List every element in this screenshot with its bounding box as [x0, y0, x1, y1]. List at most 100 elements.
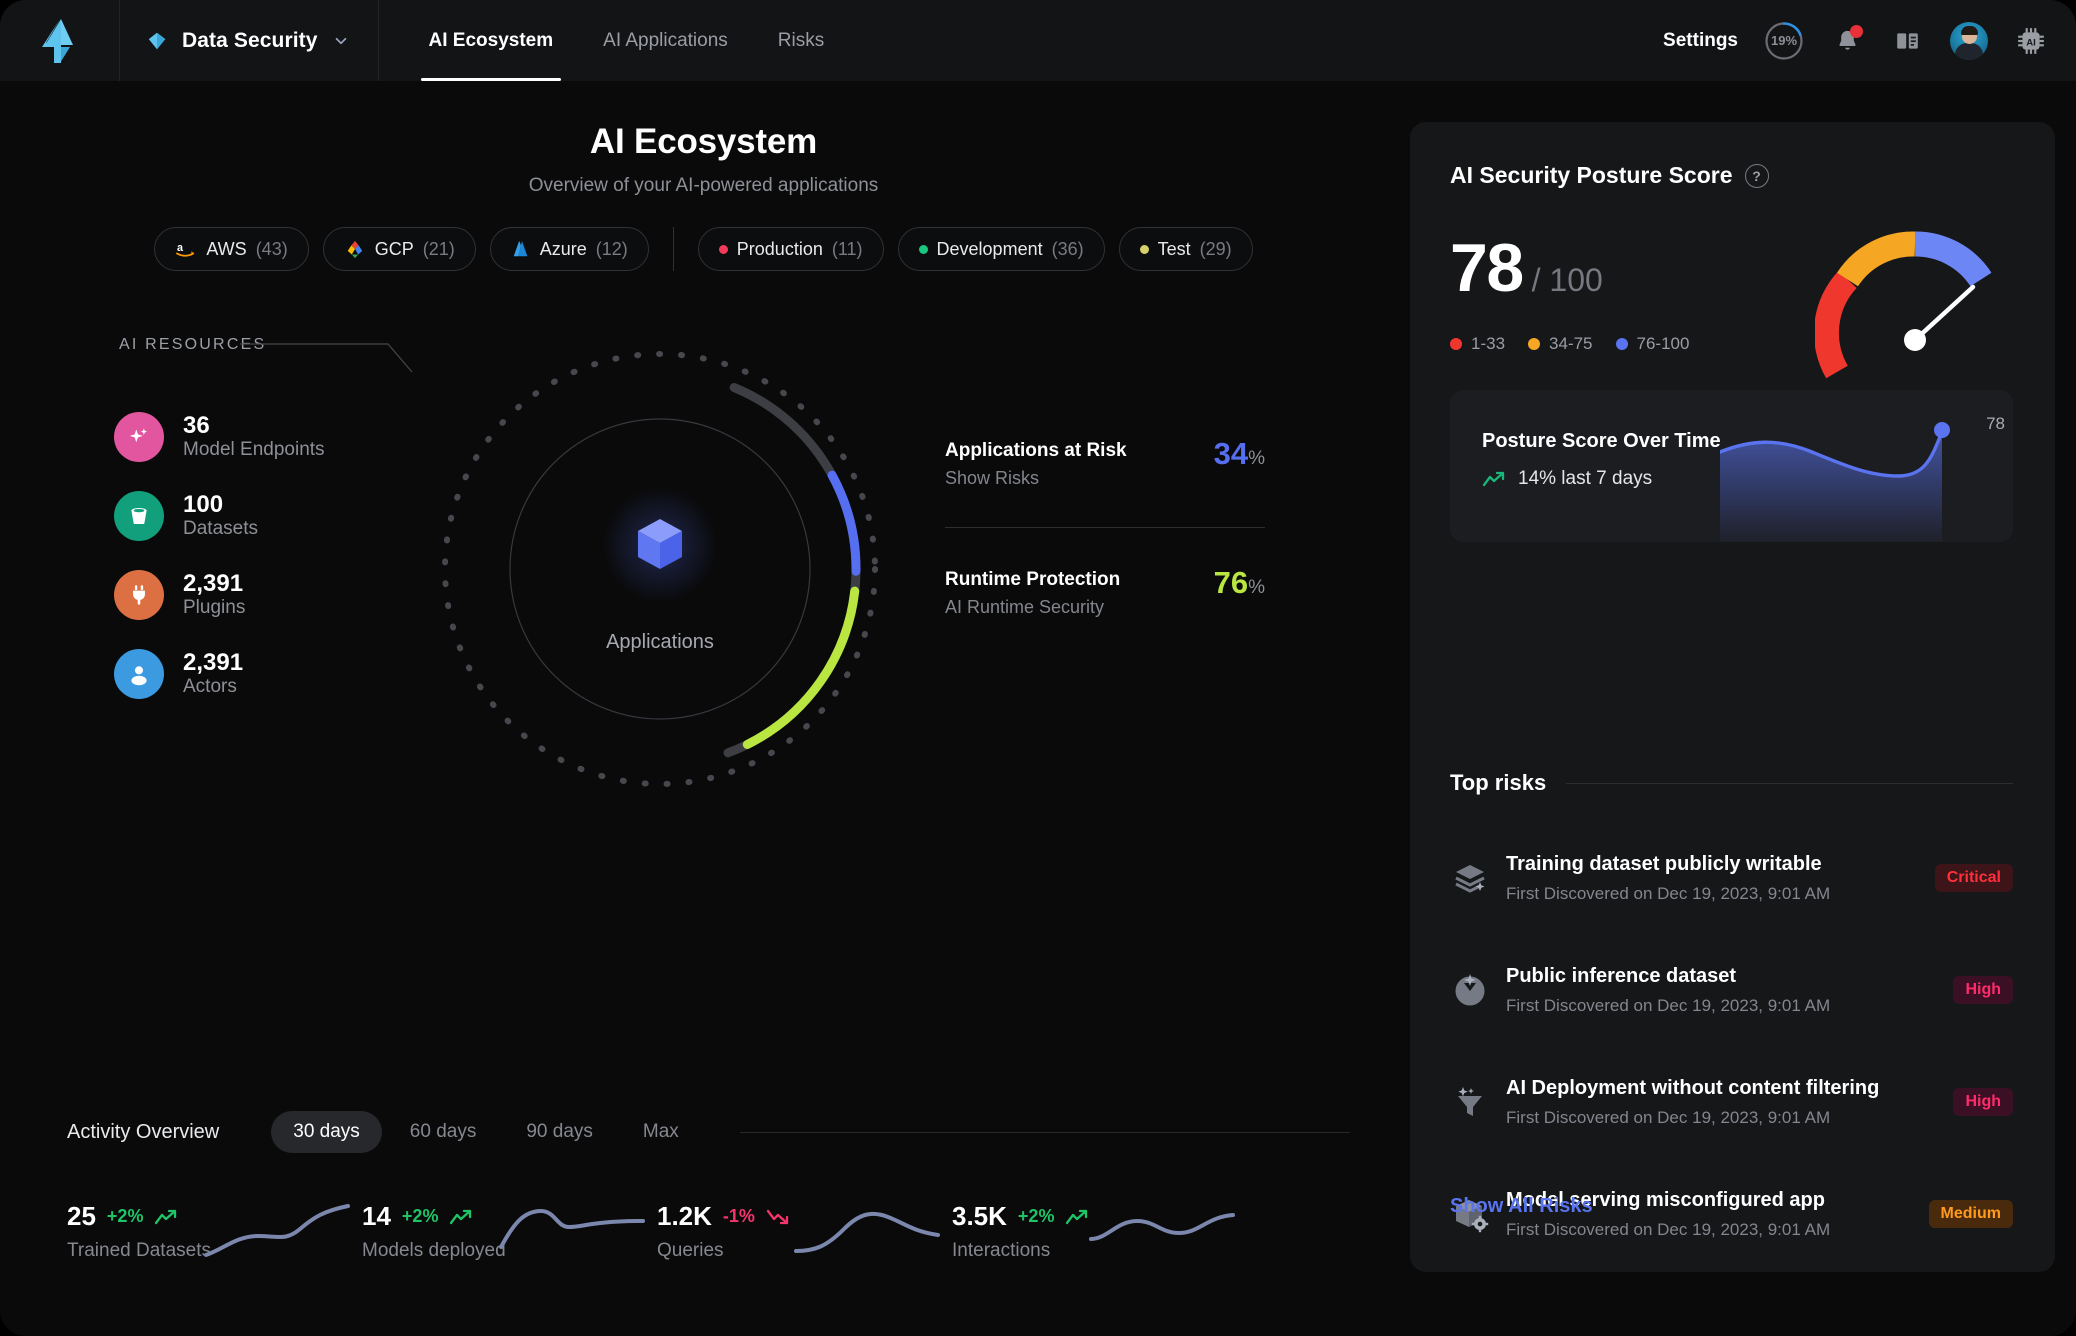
ai-assistant-button[interactable]: AI — [2014, 24, 2048, 58]
resource-item-actors[interactable]: 2,391 Actors — [114, 643, 325, 705]
filter-chip-production[interactable]: Production (11) — [698, 227, 884, 271]
activity-value: 14 — [362, 1201, 391, 1232]
product-switcher[interactable]: Data Security — [120, 0, 379, 81]
top-risks-title: Top risks — [1450, 770, 1546, 796]
metric-runtime-protection[interactable]: Runtime Protection AI Runtime Security 7… — [945, 565, 1265, 621]
activity-value: 1.2K — [657, 1201, 712, 1232]
filter-chip-row: a AWS (43) GCP (21) — [0, 227, 1407, 271]
posture-trend-change-row: 14% last 7 days — [1482, 468, 1721, 490]
range-90-days[interactable]: 90 days — [504, 1111, 615, 1153]
metric-subtitle: AI Runtime Security — [945, 594, 1120, 620]
avatar[interactable] — [1950, 22, 1988, 60]
resource-value: 100 — [183, 491, 258, 519]
risk-discovered-date: First Discovered on Dec 19, 2023, 9:01 A… — [1506, 1220, 1929, 1240]
posture-score-max: / 100 — [1532, 262, 1603, 299]
resource-item-model-endpoints[interactable]: 36 Model Endpoints — [114, 406, 325, 468]
progress-percent-label: 19% — [1764, 21, 1804, 61]
filter-chip-aws-label: AWS — [206, 239, 246, 260]
activity-card-queries[interactable]: 1.2K -1% Queries — [657, 1201, 952, 1262]
activity-card-interactions[interactable]: 3.5K +2% Interactions — [952, 1201, 1247, 1262]
onboarding-progress-ring[interactable]: 19% — [1764, 21, 1804, 61]
documentation-book-icon — [1894, 28, 1921, 54]
metric-unit: % — [1248, 577, 1265, 598]
metric-unit: % — [1248, 448, 1265, 469]
notification-badge-dot — [1850, 25, 1863, 38]
risk-row-public-inference-dataset[interactable]: Public inference dataset First Discovere… — [1450, 954, 2013, 1026]
posture-score-legend: 1-33 34-75 76-100 — [1450, 334, 1689, 354]
main-tabs: AI Ecosystem AI Applications Risks — [409, 0, 845, 81]
activity-header-rule — [740, 1132, 1350, 1133]
show-risks-link[interactable]: Show Risks — [945, 465, 1127, 491]
show-all-risks-link[interactable]: Show All Risks — [1450, 1195, 1593, 1218]
diamond-icon — [146, 30, 168, 52]
sparkline-queries — [792, 1203, 942, 1261]
range-max[interactable]: Max — [621, 1111, 701, 1153]
avatar-body — [1955, 43, 1983, 60]
question-mark-icon[interactable]: ? — [1745, 164, 1769, 188]
activity-cards-row: 25 +2% Trained Datasets 14 +2% — [67, 1201, 1367, 1262]
main-content: AI Ecosystem Overview of your AI-powered… — [0, 81, 1407, 1336]
ai-chip-icon: AI — [2016, 26, 2046, 56]
production-status-dot — [719, 245, 728, 254]
posture-score-value: 78 — [1450, 234, 1523, 302]
sparkle-icon — [114, 412, 164, 462]
filter-chip-development[interactable]: Development (36) — [898, 227, 1105, 271]
resource-item-plugins[interactable]: 2,391 Plugins — [114, 564, 325, 626]
risk-text-block: AI Deployment without content filtering … — [1506, 1077, 1953, 1128]
filter-chip-aws[interactable]: a AWS (43) — [154, 227, 308, 271]
risk-title: Training dataset publicly writable — [1506, 853, 1935, 876]
filter-chip-test[interactable]: Test (29) — [1119, 227, 1253, 271]
product-name: Data Security — [182, 29, 318, 53]
applications-donut-chart[interactable]: Applications — [430, 339, 890, 799]
resource-item-text: 2,391 Actors — [183, 649, 243, 699]
tab-ai-applications[interactable]: AI Applications — [583, 0, 748, 81]
activity-overview-header: Activity Overview 30 days 60 days 90 day… — [67, 1111, 701, 1153]
test-status-dot — [1140, 245, 1149, 254]
notifications-button[interactable] — [1830, 24, 1864, 58]
range-30-days[interactable]: 30 days — [271, 1111, 382, 1153]
avatar-hair — [1961, 26, 1978, 35]
range-60-days[interactable]: 60 days — [388, 1111, 499, 1153]
risk-title: Public inference dataset — [1506, 965, 1953, 988]
app-logo[interactable] — [0, 0, 120, 81]
activity-overview-title: Activity Overview — [67, 1121, 219, 1144]
metric-title: Runtime Protection — [945, 565, 1120, 594]
documentation-button[interactable] — [1890, 24, 1924, 58]
top-risks-rule — [1566, 783, 2013, 784]
inference-sparkle-icon — [1450, 970, 1506, 1010]
filter-chip-test-label: Test — [1158, 239, 1191, 260]
metric-value: 76% — [1214, 565, 1265, 601]
bucket-icon — [114, 491, 164, 541]
resource-item-datasets[interactable]: 100 Datasets — [114, 485, 325, 547]
tab-ai-ecosystem[interactable]: AI Ecosystem — [409, 0, 574, 81]
metric-applications-at-risk[interactable]: Applications at Risk Show Risks 34% — [945, 436, 1265, 492]
resource-value: 2,391 — [183, 570, 245, 598]
activity-card-trained-datasets[interactable]: 25 +2% Trained Datasets — [67, 1201, 362, 1262]
risk-text-block: Public inference dataset First Discovere… — [1506, 965, 1953, 1016]
sparkline-models-deployed — [497, 1203, 647, 1261]
filter-chip-azure[interactable]: Azure (12) — [490, 227, 649, 271]
top-navigation-bar: Data Security AI Ecosystem AI Applicatio… — [0, 0, 2076, 81]
ai-resources-connector-line — [240, 326, 420, 386]
risk-discovered-date: First Discovered on Dec 19, 2023, 9:01 A… — [1506, 1108, 1953, 1128]
risk-title: AI Deployment without content filtering — [1506, 1077, 1953, 1100]
activity-card-models-deployed[interactable]: 14 +2% Models deployed — [362, 1201, 657, 1262]
metric-text-block: Applications at Risk Show Risks — [945, 436, 1127, 492]
posture-panel-title-row: AI Security Posture Score ? — [1450, 162, 1769, 189]
sparkline-interactions — [1087, 1203, 1237, 1261]
posture-trend-card[interactable]: Posture Score Over Time 14% last 7 days — [1450, 390, 2013, 542]
tab-risks[interactable]: Risks — [758, 0, 844, 81]
plug-icon — [114, 570, 164, 620]
risk-row-training-dataset[interactable]: Training dataset publicly writable First… — [1450, 842, 2013, 914]
donut-metrics: Applications at Risk Show Risks 34% Runt… — [945, 436, 1265, 620]
filter-chip-gcp[interactable]: GCP (21) — [323, 227, 476, 271]
svg-text:a: a — [177, 242, 184, 254]
settings-link[interactable]: Settings — [1663, 30, 1738, 52]
chevron-down-icon — [332, 32, 350, 50]
legend-dot-blue — [1616, 338, 1628, 350]
risk-row-ai-deployment-content-filtering[interactable]: AI Deployment without content filtering … — [1450, 1066, 2013, 1138]
top-risks-list: Training dataset publicly writable First… — [1450, 842, 2013, 1290]
resource-item-text: 100 Datasets — [183, 491, 258, 541]
filter-chip-development-label: Development — [937, 239, 1043, 260]
filter-chip-azure-label: Azure — [540, 239, 587, 260]
